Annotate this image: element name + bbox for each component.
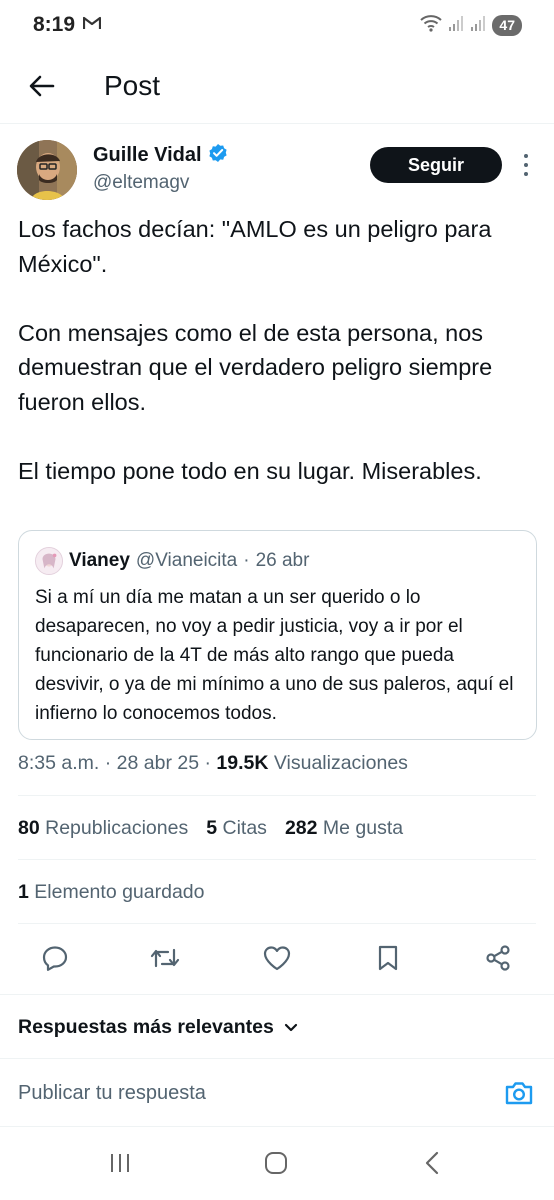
quotes-stat[interactable]: 5 Citas bbox=[206, 817, 267, 840]
author-name-row[interactable]: Guille Vidal bbox=[93, 143, 228, 168]
status-time: 8:19 bbox=[33, 13, 76, 36]
views-label[interactable]: Visualizaciones bbox=[274, 752, 408, 774]
heart-icon bbox=[262, 944, 292, 977]
saved-count: 1 bbox=[18, 881, 29, 903]
meta-separator: · bbox=[204, 752, 211, 774]
views-count: 19.5K bbox=[216, 752, 269, 774]
battery-indicator: 47 bbox=[492, 15, 522, 36]
verified-badge-icon bbox=[208, 143, 228, 168]
recent-apps-button[interactable] bbox=[100, 1150, 140, 1180]
app-header: Post bbox=[0, 52, 554, 124]
post-date: 28 abr 25 bbox=[116, 752, 200, 774]
author-name: Guille Vidal bbox=[93, 144, 202, 166]
replies-sort-dropdown[interactable]: Respuestas más relevantes bbox=[18, 1016, 298, 1039]
back-button[interactable] bbox=[22, 68, 62, 108]
page-title: Post bbox=[104, 70, 161, 101]
post-time: 8:35 a.m. bbox=[18, 752, 100, 774]
reposts-count: 80 bbox=[18, 817, 40, 839]
recent-apps-icon bbox=[108, 1152, 132, 1179]
status-icons: 47 bbox=[420, 14, 522, 37]
divider bbox=[18, 859, 536, 860]
camera-button[interactable] bbox=[502, 1078, 536, 1112]
author-handle: @eltemagv bbox=[93, 172, 190, 193]
saved-label: Elemento guardado bbox=[34, 881, 205, 903]
action-bar bbox=[0, 940, 554, 980]
more-dot-icon bbox=[524, 172, 528, 176]
share-button[interactable] bbox=[482, 944, 514, 976]
system-nav-bar bbox=[0, 1130, 554, 1200]
follow-button[interactable]: Seguir bbox=[370, 147, 502, 183]
repost-icon bbox=[149, 944, 181, 977]
signal-icon-1 bbox=[448, 14, 464, 37]
quoted-separator: · bbox=[243, 550, 250, 571]
chevron-down-icon bbox=[284, 1016, 298, 1039]
meta-separator: · bbox=[104, 752, 112, 774]
quoted-post-header: Vianey @Vianeicita · 26 abr bbox=[35, 547, 309, 575]
quotes-count: 5 bbox=[206, 817, 218, 839]
more-dot-icon bbox=[524, 154, 528, 158]
quoted-post-text: Si a mí un día me matan a un ser querido… bbox=[35, 587, 514, 724]
camera-icon bbox=[504, 1080, 534, 1111]
reposts-label: Republicaciones bbox=[45, 817, 189, 839]
more-dot-icon bbox=[524, 163, 528, 167]
quoted-author-name: Vianey bbox=[69, 550, 130, 571]
reply-icon bbox=[41, 944, 69, 977]
post-text: Los fachos decían: "AMLO es un peligro p… bbox=[18, 216, 493, 484]
replies-sort-label: Respuestas más relevantes bbox=[18, 1016, 274, 1038]
like-button[interactable] bbox=[261, 944, 293, 976]
bookmark-icon bbox=[376, 944, 400, 977]
likes-label: Me gusta bbox=[322, 817, 404, 839]
repost-button[interactable] bbox=[149, 944, 181, 976]
quotes-label: Citas bbox=[222, 817, 267, 839]
divider bbox=[18, 923, 536, 924]
quoted-avatar bbox=[35, 547, 63, 575]
home-icon bbox=[263, 1150, 289, 1181]
engagement-stats: 80 Republicaciones 5 Citas 282 Me gusta bbox=[18, 817, 403, 840]
reposts-stat[interactable]: 80 Republicaciones bbox=[18, 817, 188, 840]
share-icon bbox=[484, 944, 512, 977]
status-bar: 8:19 47 bbox=[0, 0, 554, 52]
quoted-author-handle: @Vianeicita bbox=[135, 550, 238, 571]
more-options-button[interactable] bbox=[516, 150, 536, 180]
quoted-date: 26 abr bbox=[255, 550, 310, 571]
bookmarks-stat[interactable]: 1 Elemento guardado bbox=[18, 881, 205, 904]
reply-button[interactable] bbox=[39, 944, 71, 976]
divider bbox=[18, 795, 536, 796]
post-meta: 8:35 a.m. · 28 abr 25 · 19.5K Visualizac… bbox=[18, 752, 408, 775]
likes-count: 282 bbox=[284, 817, 318, 839]
quoted-post[interactable]: Vianey @Vianeicita · 26 abr Si a mí un d… bbox=[18, 530, 537, 740]
back-nav-button[interactable] bbox=[412, 1150, 452, 1180]
reply-input[interactable]: Publicar tu respuesta bbox=[18, 1082, 206, 1105]
gmail-icon bbox=[82, 15, 102, 36]
divider bbox=[0, 994, 554, 995]
wifi-icon bbox=[420, 14, 443, 37]
divider bbox=[0, 1126, 554, 1127]
divider bbox=[0, 1058, 554, 1059]
home-button[interactable] bbox=[256, 1150, 296, 1180]
avatar[interactable] bbox=[17, 140, 77, 200]
bookmark-button[interactable] bbox=[372, 944, 404, 976]
likes-stat[interactable]: 282 Me gusta bbox=[285, 817, 403, 840]
chevron-left-icon bbox=[424, 1151, 440, 1180]
arrow-left-icon bbox=[29, 75, 55, 102]
signal-icon-2 bbox=[470, 14, 486, 37]
